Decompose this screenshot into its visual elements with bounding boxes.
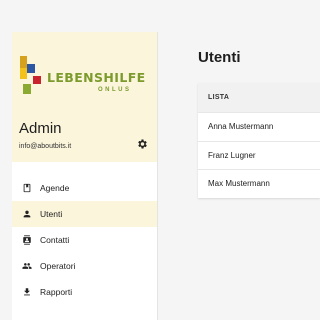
- table-row[interactable]: Anna Mustermann: [198, 112, 320, 141]
- user-email: info@aboutbits.it: [19, 143, 72, 150]
- person-icon: [23, 210, 31, 218]
- user-name: Admin: [19, 120, 62, 137]
- sidebar: LEBENSHILFE ONLUS Admin info@aboutbits.i…: [12, 32, 157, 320]
- contact-card-icon: [23, 235, 31, 245]
- sidebar-header: LEBENSHILFE ONLUS Admin info@aboutbits.i…: [12, 32, 157, 162]
- page-title: Utenti: [198, 49, 241, 66]
- sidebar-item-label: Utenti: [40, 208, 63, 219]
- brand-logo[interactable]: LEBENSHILFE ONLUS: [20, 56, 150, 100]
- sidebar-nav: Agende Utenti Contatti Operatori Rapport…: [12, 175, 157, 305]
- table-row[interactable]: Max Mustermann: [198, 169, 320, 198]
- sidebar-item-label: Agende: [40, 182, 70, 193]
- sidebar-item-label: Contatti: [40, 234, 70, 245]
- sidebar-item-contatti[interactable]: Contatti: [12, 227, 157, 253]
- table-row[interactable]: Franz Lugner: [198, 140, 320, 170]
- book-icon: [23, 183, 31, 193]
- settings-gear-icon[interactable]: [136, 138, 148, 150]
- table-header: LISTA: [198, 83, 320, 112]
- users-table: LISTA Anna Mustermann Franz Lugner Max M…: [198, 83, 320, 198]
- logo-mark-icon: [20, 56, 42, 96]
- brand-name: LEBENSHILFE: [47, 70, 146, 85]
- people-icon: [22, 263, 32, 269]
- sidebar-item-agende[interactable]: Agende: [12, 175, 157, 201]
- brand-sub: ONLUS: [98, 87, 132, 93]
- sidebar-item-operatori[interactable]: Operatori: [12, 253, 157, 279]
- sidebar-item-label: Operatori: [40, 260, 76, 271]
- download-icon: [24, 288, 30, 296]
- sidebar-item-label: Rapporti: [40, 286, 73, 297]
- app: LEBENSHILFE ONLUS Admin info@aboutbits.i…: [0, 0, 320, 320]
- sidebar-item-rapporti[interactable]: Rapporti: [12, 279, 157, 305]
- sidebar-item-utenti[interactable]: Utenti: [12, 201, 157, 227]
